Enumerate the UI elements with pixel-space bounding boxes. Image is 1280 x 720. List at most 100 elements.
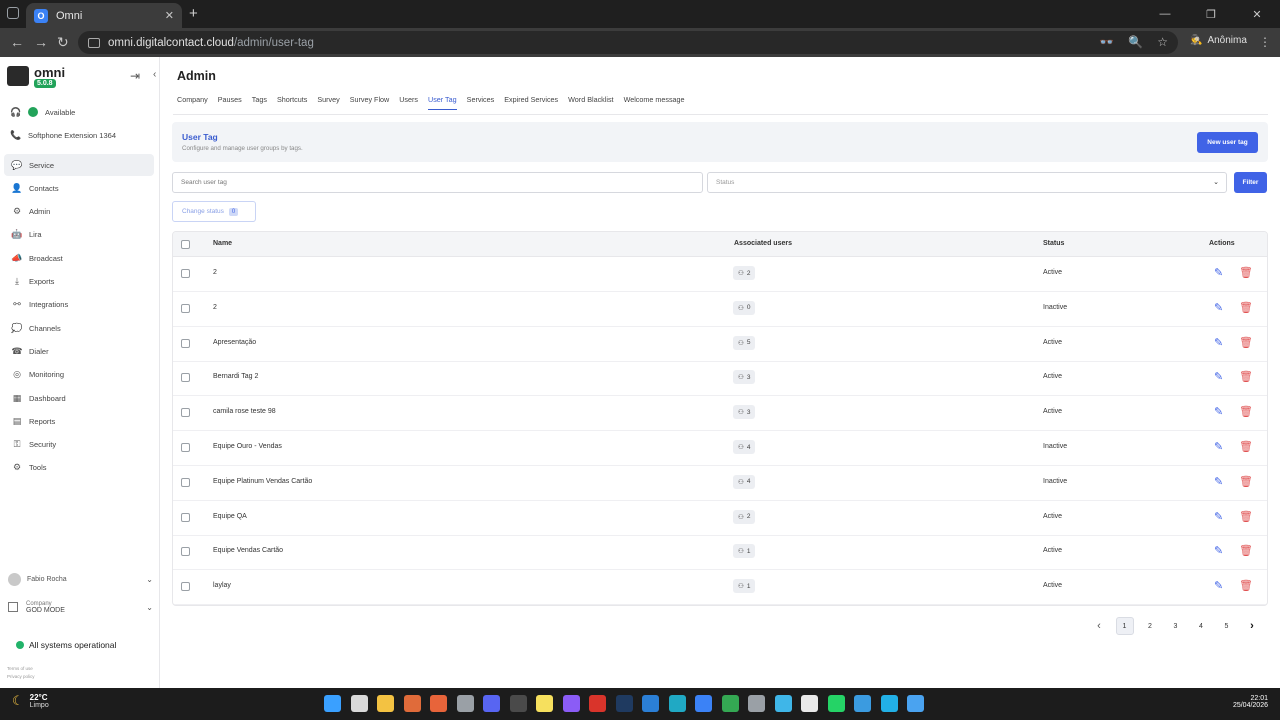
browser-tab[interactable]: O Omni ✕ (26, 3, 182, 28)
tab-pauses[interactable]: Pauses (218, 95, 242, 110)
reload-icon[interactable]: ↻ (57, 34, 69, 51)
edit-icon[interactable]: ✎ (1214, 405, 1223, 418)
change-status-button[interactable]: Change status 0 (172, 201, 256, 222)
associated-users-badge[interactable]: ⚇ 4 (733, 440, 756, 454)
tab-survey-flow[interactable]: Survey Flow (350, 95, 390, 110)
column-status[interactable]: Status (1043, 240, 1064, 247)
incognito-icon[interactable]: 👓 (1099, 35, 1114, 49)
associated-users-badge[interactable]: ⚇ 4 (733, 474, 756, 489)
trash-icon[interactable]: 🗑 (1239, 405, 1253, 418)
row-checkbox[interactable] (181, 443, 190, 452)
minimize-icon[interactable]: — (1142, 0, 1188, 28)
page-5-button[interactable]: 5 (1218, 617, 1236, 635)
edit-icon[interactable]: ✎ (1214, 301, 1223, 314)
trash-icon[interactable]: 🗑 (1239, 510, 1253, 523)
privacy-link[interactable]: Privacy policy (7, 674, 35, 679)
app-icon[interactable] (801, 695, 818, 712)
company-selector[interactable]: Company GOD MODE ⌄ (8, 598, 153, 616)
app-icon[interactable] (403, 695, 421, 712)
discord-icon[interactable] (483, 695, 500, 712)
back-icon[interactable]: ← (10, 34, 24, 50)
edit-icon[interactable]: ✎ (1214, 544, 1223, 557)
url-field[interactable]: omni.digitalcontact.cloud/admin/user-tag… (78, 31, 1178, 54)
edit-icon[interactable]: ✎ (1214, 336, 1223, 349)
column-associated-users[interactable]: Associated users (734, 240, 792, 247)
associated-users-badge[interactable]: ⚇ 3 (733, 405, 756, 420)
app-icon[interactable] (589, 695, 606, 712)
github-desktop-icon[interactable] (562, 695, 580, 712)
previous-page-icon[interactable]: ‹ (1090, 617, 1108, 635)
tab-company[interactable]: Company (177, 95, 208, 110)
edit-icon[interactable]: ✎ (1214, 475, 1223, 488)
new-tab-icon[interactable]: + (189, 5, 198, 22)
associated-users-badge[interactable]: ⚇ 0 (733, 300, 756, 315)
system-status[interactable]: All systems operational (16, 640, 116, 650)
sidebar-item-lira[interactable]: 🤖 Lira (4, 224, 154, 246)
tab-tags[interactable]: Tags (252, 95, 267, 110)
sidebar-item-service[interactable]: 💬 Service (4, 154, 154, 176)
associated-users-badge[interactable]: ⚇ 3 (733, 370, 756, 385)
vscode-icon[interactable] (642, 695, 659, 712)
app-icon[interactable] (695, 695, 712, 712)
sidebar-item-security[interactable]: ⚿ Security (4, 434, 154, 456)
tab-word-blacklist[interactable]: Word Blacklist (568, 95, 613, 110)
new-user-tag-button[interactable]: New user tag (1197, 132, 1258, 153)
row-checkbox[interactable] (181, 547, 190, 557)
sidebar-item-reports[interactable]: ▤ Reports (4, 410, 154, 432)
terms-link[interactable]: Terms of use (7, 666, 33, 671)
jetbrains-icon[interactable] (615, 695, 633, 712)
trash-icon[interactable]: 🗑 (1239, 544, 1253, 557)
search-input[interactable]: Search user tag (172, 172, 703, 193)
page-2-button[interactable]: 2 (1141, 617, 1159, 635)
page-4-button[interactable]: 4 (1192, 617, 1210, 635)
associated-users-badge[interactable]: ⚇ 2 (733, 509, 756, 524)
trash-icon[interactable]: 🗑 (1239, 370, 1253, 383)
edit-icon[interactable]: ✎ (1214, 266, 1223, 279)
softphone-row[interactable]: 📞 Softphone Extension 1364 (10, 128, 116, 142)
logout-icon[interactable]: ⇥ (130, 69, 140, 83)
associated-users-badge[interactable]: ⚇ 5 (733, 335, 756, 350)
site-info-icon[interactable] (88, 37, 100, 48)
tab-user-tag[interactable]: User Tag (428, 95, 457, 110)
sidebar-item-monitoring[interactable]: ◎ Monitoring (4, 364, 154, 386)
maximize-icon[interactable]: ❐ (1188, 0, 1234, 28)
sidebar-item-dashboard[interactable]: ▦ Dashboard (4, 387, 154, 409)
sidebar-item-integrations[interactable]: ⚯ Integrations (4, 294, 154, 316)
window-close-icon[interactable]: ✕ (1234, 0, 1280, 28)
tab-services[interactable]: Services (467, 95, 495, 110)
column-name[interactable]: Name (213, 240, 232, 247)
app-icon[interactable] (748, 695, 765, 712)
collapse-sidebar-icon[interactable]: ‹ (153, 69, 156, 80)
tab-survey[interactable]: Survey (317, 95, 339, 110)
tab-shortcuts[interactable]: Shortcuts (277, 95, 307, 110)
row-checkbox[interactable] (181, 477, 190, 487)
page-3-button[interactable]: 3 (1167, 617, 1185, 635)
trash-icon[interactable]: 🗑 (1239, 336, 1253, 349)
row-checkbox[interactable] (181, 512, 190, 522)
sidebar-item-channels[interactable]: 💭 Channels (4, 317, 154, 339)
tab-users[interactable]: Users (399, 95, 418, 110)
availability-toggle[interactable]: 🎧 Available (10, 105, 75, 119)
sidebar-item-admin[interactable]: ⚙ Admin (4, 201, 154, 223)
app-icon[interactable] (456, 695, 474, 712)
page-1-button[interactable]: 1 (1115, 617, 1134, 635)
close-tab-icon[interactable]: ✕ (165, 9, 174, 22)
app-icon[interactable] (430, 695, 447, 712)
row-checkbox[interactable] (181, 408, 190, 418)
system-clock[interactable]: 22:01 25/04/2026 (1233, 695, 1268, 709)
row-checkbox[interactable] (181, 269, 190, 278)
row-checkbox[interactable] (181, 582, 190, 592)
forward-icon[interactable]: → (34, 34, 48, 50)
edit-icon[interactable]: ✎ (1214, 440, 1223, 453)
associated-users-badge[interactable]: ⚇ 1 (733, 544, 756, 559)
filter-button[interactable]: Filter (1234, 172, 1267, 193)
app-icon[interactable] (907, 695, 924, 712)
browser-menu-icon[interactable]: ⋮ (1259, 35, 1271, 49)
tab-welcome-message[interactable]: Welcome message (624, 95, 685, 110)
associated-users-badge[interactable]: ⚇ 2 (733, 266, 756, 280)
next-page-icon[interactable]: › (1243, 617, 1261, 635)
sidebar-item-contacts[interactable]: 👤 Contacts (4, 177, 154, 199)
row-checkbox[interactable] (181, 338, 190, 348)
weather-widget[interactable]: ☾ 22°C Limpo (12, 693, 49, 709)
associated-users-badge[interactable]: ⚇ 1 (733, 579, 756, 594)
